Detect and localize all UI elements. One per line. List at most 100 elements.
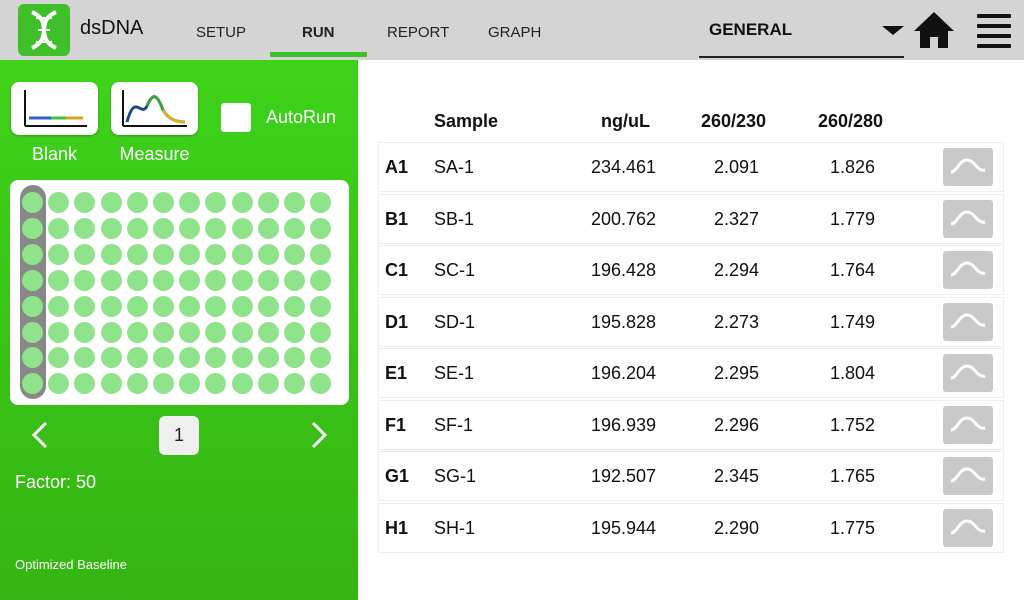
plate-well[interactable] (126, 217, 148, 239)
plate-well[interactable] (153, 243, 174, 265)
spectrum-view-button[interactable] (943, 251, 993, 289)
plate-well[interactable] (126, 347, 148, 369)
table-row[interactable]: H1 SH-1 195.944 2.290 1.775 (378, 502, 1004, 553)
tab-setup[interactable]: SETUP (196, 24, 246, 41)
plate-well[interactable] (310, 217, 332, 239)
plate-well[interactable] (257, 243, 279, 265)
plate-well[interactable] (100, 321, 122, 343)
plate-well[interactable] (48, 321, 70, 343)
prev-page-arrow-icon[interactable] (30, 420, 50, 458)
plate-well[interactable] (257, 321, 279, 343)
plate-well[interactable] (100, 295, 122, 317)
plate-well[interactable] (153, 192, 174, 213)
table-row[interactable]: B1 SB-1 200.762 2.327 1.779 (378, 193, 1004, 244)
plate-well[interactable] (257, 269, 279, 291)
plate-well[interactable] (284, 217, 305, 239)
hamburger-menu-icon[interactable] (977, 14, 1011, 48)
plate-well[interactable] (205, 373, 227, 395)
tab-graph[interactable]: GRAPH (488, 24, 541, 41)
plate-well[interactable] (126, 373, 148, 395)
plate-well[interactable] (179, 347, 201, 369)
plate-well[interactable] (48, 192, 70, 213)
plate-well[interactable] (153, 217, 174, 239)
plate-well[interactable] (126, 295, 148, 317)
well-plate[interactable] (10, 180, 349, 405)
table-row[interactable]: A1 SA-1 234.461 2.091 1.826 (378, 142, 1004, 192)
plate-well[interactable] (205, 243, 227, 265)
plate-well[interactable] (153, 295, 174, 317)
plate-well[interactable] (257, 295, 279, 317)
spectrum-view-button[interactable] (943, 302, 993, 341)
plate-well[interactable] (100, 347, 122, 369)
plate-well[interactable] (74, 243, 96, 265)
plate-well[interactable] (153, 321, 174, 343)
plate-well[interactable] (310, 192, 332, 213)
plate-well[interactable] (126, 192, 148, 213)
spectrum-view-button[interactable] (943, 508, 993, 547)
plate-well[interactable] (126, 243, 148, 265)
plate-well[interactable] (205, 321, 227, 343)
table-row[interactable]: G1 SG-1 192.507 2.345 1.765 (378, 451, 1004, 501)
plate-well[interactable] (22, 243, 43, 265)
measure-button[interactable] (111, 82, 198, 135)
blank-button[interactable] (11, 82, 98, 135)
spectrum-view-button[interactable] (943, 148, 993, 186)
plate-well[interactable] (126, 321, 148, 343)
plate-well[interactable] (257, 347, 279, 369)
plate-well[interactable] (179, 321, 201, 343)
plate-well[interactable] (100, 269, 122, 291)
page-number[interactable]: 1 (159, 416, 199, 455)
plate-well[interactable] (231, 347, 253, 369)
plate-well[interactable] (284, 347, 305, 369)
plate-well[interactable] (74, 269, 96, 291)
plate-well[interactable] (205, 295, 227, 317)
plate-well[interactable] (74, 321, 96, 343)
table-row[interactable]: C1 SC-1 196.428 2.294 1.764 (378, 245, 1004, 295)
plate-well[interactable] (22, 269, 43, 291)
plate-well[interactable] (179, 295, 201, 317)
plate-well[interactable] (284, 192, 305, 213)
plate-well[interactable] (310, 373, 332, 395)
plate-well[interactable] (205, 347, 227, 369)
plate-well[interactable] (48, 243, 70, 265)
plate-well[interactable] (48, 269, 70, 291)
tab-run[interactable]: RUN (302, 24, 335, 41)
plate-well[interactable] (310, 347, 332, 369)
plate-well[interactable] (231, 243, 253, 265)
plate-well[interactable] (74, 347, 96, 369)
plate-well[interactable] (257, 192, 279, 213)
plate-well[interactable] (310, 269, 332, 291)
plate-well[interactable] (100, 217, 122, 239)
plate-well[interactable] (284, 373, 305, 395)
plate-well[interactable] (22, 295, 43, 317)
table-row[interactable]: D1 SD-1 195.828 2.273 1.749 (378, 296, 1004, 347)
plate-well[interactable] (48, 373, 70, 395)
plate-well[interactable] (22, 217, 43, 239)
spectrum-view-button[interactable] (943, 405, 993, 444)
plate-well[interactable] (284, 321, 305, 343)
plate-well[interactable] (231, 217, 253, 239)
home-icon[interactable] (912, 10, 956, 50)
plate-well[interactable] (284, 243, 305, 265)
plate-well[interactable] (284, 295, 305, 317)
plate-well[interactable] (126, 269, 148, 291)
plate-well[interactable] (284, 269, 305, 291)
plate-well[interactable] (48, 347, 70, 369)
plate-well[interactable] (310, 295, 332, 317)
plate-well[interactable] (205, 217, 227, 239)
plate-well[interactable] (74, 192, 96, 213)
next-page-arrow-icon[interactable] (309, 420, 329, 458)
plate-well[interactable] (100, 243, 122, 265)
plate-well[interactable] (310, 321, 332, 343)
plate-well[interactable] (231, 295, 253, 317)
plate-well[interactable] (231, 192, 253, 213)
plate-well[interactable] (153, 269, 174, 291)
plate-well[interactable] (48, 295, 70, 317)
plate-well[interactable] (179, 243, 201, 265)
plate-well[interactable] (153, 373, 174, 395)
dna-helix-icon[interactable] (18, 4, 70, 56)
plate-well[interactable] (205, 269, 227, 291)
plate-well[interactable] (205, 192, 227, 213)
table-row[interactable]: E1 SE-1 196.204 2.295 1.804 (378, 348, 1004, 398)
table-row[interactable]: F1 SF-1 196.939 2.296 1.752 (378, 399, 1004, 450)
